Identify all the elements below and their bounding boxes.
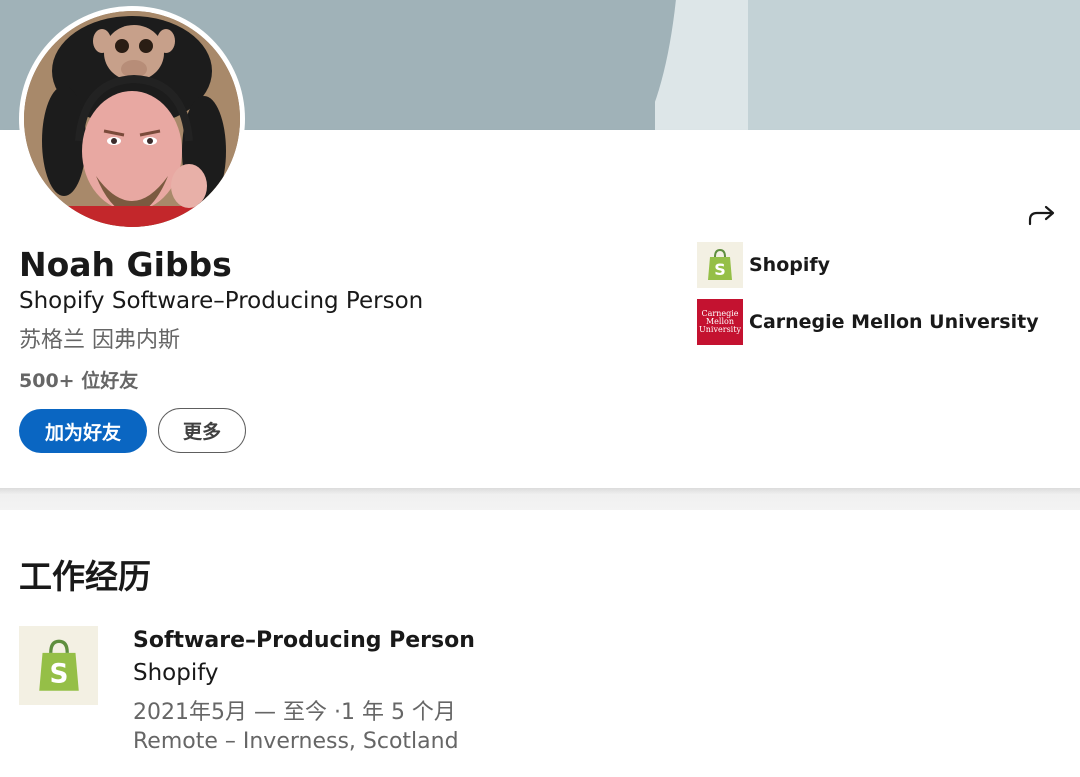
experience-dates: 2021年5月 — 至今 ·1 年 5 个月 bbox=[133, 700, 456, 725]
org-name: Shopify bbox=[749, 254, 831, 276]
cmu-logo-text: University bbox=[699, 325, 741, 334]
org-name: Carnegie Mellon University bbox=[749, 311, 1039, 333]
org-item-shopify[interactable]: S Shopify bbox=[697, 242, 830, 288]
profile-avatar[interactable] bbox=[19, 6, 245, 232]
connections-count[interactable]: 500+ 位好友 bbox=[19, 366, 138, 393]
banner-shape bbox=[748, 0, 1080, 130]
section-divider bbox=[0, 488, 1080, 510]
experience-section: 工作经历 S Software–Producing Person Shopify… bbox=[0, 510, 1080, 777]
section-title: 工作经历 bbox=[19, 557, 151, 596]
cmu-logo-icon: Carnegie Mellon University bbox=[697, 299, 743, 345]
shopify-logo-icon[interactable]: S bbox=[19, 626, 98, 705]
more-button[interactable]: 更多 bbox=[158, 408, 246, 453]
experience-role[interactable]: Software–Producing Person bbox=[133, 628, 475, 653]
org-item-cmu[interactable]: Carnegie Mellon University Carnegie Mell… bbox=[697, 299, 1039, 345]
svg-text:S: S bbox=[714, 260, 726, 279]
connect-button[interactable]: 加为好友 bbox=[19, 409, 147, 453]
experience-company[interactable]: Shopify bbox=[133, 660, 219, 686]
shopify-logo-icon: S bbox=[697, 242, 743, 288]
experience-location: Remote – Inverness, Scotland bbox=[133, 729, 459, 754]
profile-headline: Shopify Software–Producing Person bbox=[19, 288, 424, 314]
svg-text:S: S bbox=[49, 659, 68, 689]
profile-location: 苏格兰 因弗内斯 bbox=[19, 328, 180, 353]
share-arrow-icon[interactable] bbox=[1026, 200, 1058, 232]
avatar-photo bbox=[24, 11, 240, 227]
profile-name: Noah Gibbs bbox=[19, 245, 232, 284]
avatar-illustration bbox=[24, 11, 240, 227]
